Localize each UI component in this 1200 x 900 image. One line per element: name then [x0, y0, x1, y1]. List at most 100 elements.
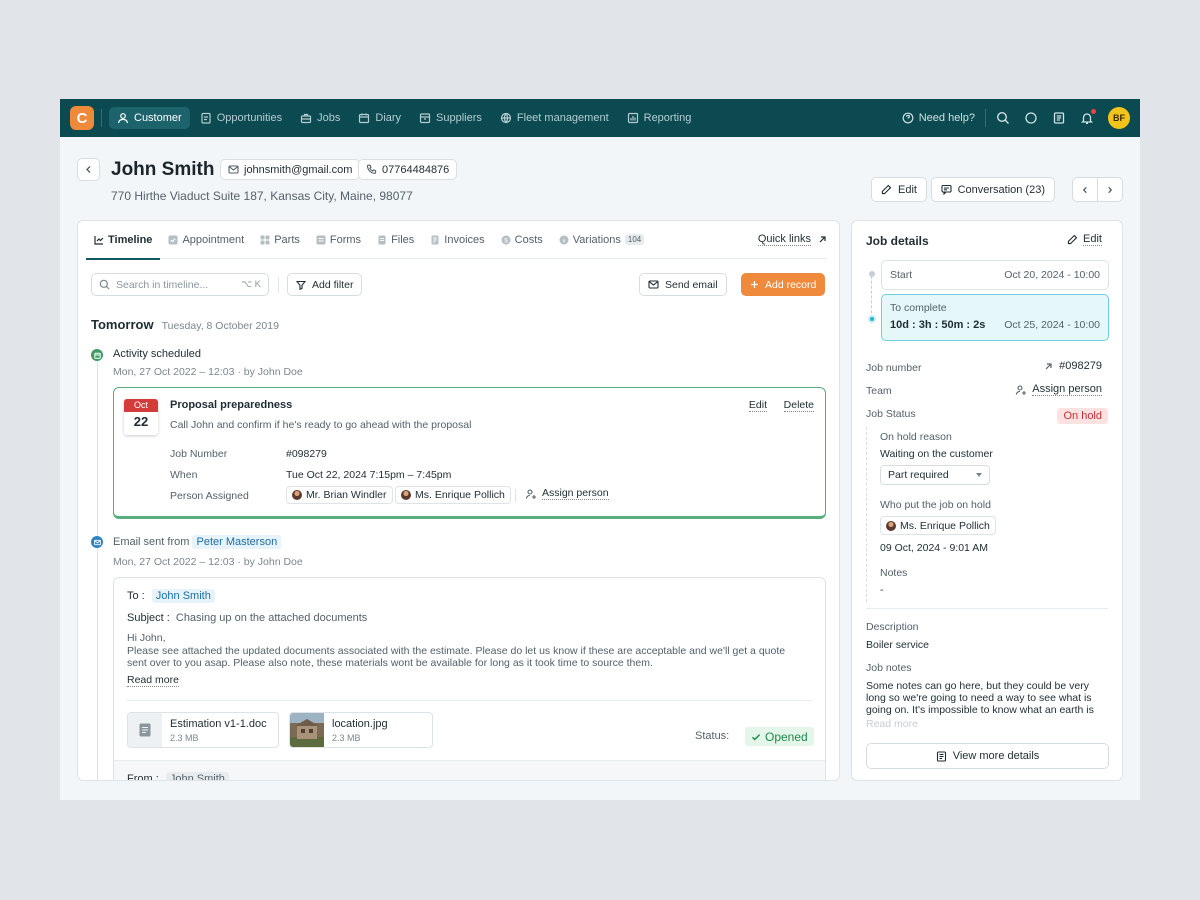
filter-icon	[296, 280, 306, 290]
job-notes-value: Some notes can go here, but they could b…	[866, 680, 1094, 716]
tab-forms[interactable]: Forms	[308, 221, 369, 259]
edit-job-button[interactable]: Edit	[1067, 233, 1102, 246]
job-number-value: #098279	[1059, 360, 1102, 372]
nav-item-fleet-management[interactable]: Fleet management	[492, 107, 617, 129]
schedule-dot	[869, 271, 875, 277]
assignee-name: Mr. Brian Windler	[306, 489, 387, 501]
previous-record-button[interactable]	[1073, 178, 1098, 201]
assign-person-label: Assign person	[542, 487, 609, 500]
recipient-tag[interactable]: John Smith	[151, 589, 215, 603]
subject-text: Chasing up on the attached documents	[175, 612, 368, 624]
tab-files[interactable]: Files	[369, 221, 422, 259]
status-badge[interactable]: On hold	[1057, 408, 1108, 424]
tab-timeline[interactable]: Timeline	[86, 221, 161, 260]
next-record-button[interactable]	[1098, 178, 1122, 201]
documents-button[interactable]	[1052, 111, 1066, 125]
view-more-details-button[interactable]: View more details	[866, 743, 1109, 769]
description-value: Boiler service	[866, 639, 930, 651]
phone-pill[interactable]: 07764484876	[358, 159, 458, 180]
send-email-button[interactable]: Send email	[639, 273, 727, 296]
email-event-icon	[91, 536, 103, 548]
complete-value: Oct 25, 2024 - 10:00	[1004, 319, 1100, 331]
nav-item-opportunities[interactable]: Opportunities	[192, 107, 290, 129]
assign-team-button[interactable]: Assign person	[1015, 383, 1102, 396]
tab-variations[interactable]: Variations 104	[551, 221, 652, 259]
assignee-chip[interactable]: Ms. Enrique Pollich	[395, 486, 511, 504]
job-number-link[interactable]: #098279	[1044, 360, 1102, 372]
panel-title: Job details	[866, 234, 929, 248]
timeline-line	[97, 353, 98, 780]
job-notes-read-more[interactable]: Read more	[866, 718, 918, 730]
timeline-day-header: Tomorrow Tuesday, 8 October 2019	[91, 317, 279, 332]
conversation-button[interactable]: Conversation (23)	[930, 177, 1055, 202]
avatar	[292, 490, 302, 500]
invoice-icon	[431, 235, 439, 244]
notifications-button[interactable]	[1080, 109, 1096, 125]
variations-count-badge: 104	[624, 234, 645, 245]
phone-icon	[366, 164, 377, 174]
assign-person-button[interactable]: Assign person	[525, 487, 609, 500]
nav-item-diary[interactable]: Diary	[350, 107, 409, 129]
event-timestamp: Mon, 27 Oct 2022 – 12:03	[113, 366, 235, 378]
who-put-on-hold-chip[interactable]: Ms. Enrique Pollich	[880, 516, 996, 535]
email-from-prefix: Email sent from	[113, 536, 190, 548]
from-tag[interactable]: John Smith	[165, 772, 229, 780]
chevron-left-icon	[1082, 186, 1087, 193]
edit-customer-button[interactable]: Edit	[871, 177, 927, 202]
tab-costs[interactable]: $ Costs	[493, 221, 551, 259]
message-icon	[941, 184, 952, 195]
tab-parts[interactable]: Parts	[252, 221, 308, 259]
back-button[interactable]	[77, 158, 100, 181]
view-more-label: View more details	[952, 750, 1040, 762]
attachment-image[interactable]: location.jpg 2.3 MB	[289, 712, 433, 748]
user-avatar[interactable]: BF	[1108, 107, 1130, 129]
add-user-icon	[1016, 384, 1027, 395]
job-notes-label: Job notes	[866, 662, 912, 674]
app-logo[interactable]: C	[70, 106, 94, 130]
tab-appointment[interactable]: Appointment	[160, 221, 252, 259]
avatar	[886, 520, 896, 531]
attachment-size: 2.3 MB	[332, 732, 361, 743]
tab-invoices[interactable]: Invoices	[422, 221, 492, 259]
pencil-icon	[881, 184, 892, 195]
sender-tag[interactable]: Peter Masterson	[192, 535, 282, 549]
quick-links-button[interactable]: Quick links	[757, 233, 827, 246]
status-detail-connector	[866, 427, 867, 602]
search-button[interactable]	[996, 111, 1010, 125]
document-icon	[1053, 112, 1065, 124]
activity-delete-link[interactable]: Delete	[783, 399, 814, 412]
nav-item-suppliers[interactable]: Suppliers	[411, 107, 490, 129]
record-pager	[1072, 177, 1123, 202]
to-complete-box: To complete 10d : 3h : 50m : 2s Oct 25, …	[881, 294, 1109, 341]
app-window: C Customer Opportunities Jobs Diary Supp…	[60, 99, 1140, 800]
topbar-actions: Need help? BF	[902, 107, 1130, 129]
add-filter-button[interactable]: Add filter	[287, 273, 363, 296]
mail-icon	[228, 165, 239, 174]
arrow-up-right-icon	[1045, 362, 1052, 369]
add-record-button[interactable]: Add record	[741, 273, 826, 296]
read-more-link[interactable]: Read more	[127, 674, 179, 687]
divider	[866, 608, 1108, 609]
image-thumbnail	[290, 713, 324, 747]
help-link[interactable]: Need help?	[902, 112, 975, 124]
edit-label: Edit	[1083, 233, 1102, 246]
tab-label: Appointment	[182, 233, 245, 246]
countdown: 10d : 3h : 50m : 2s	[890, 319, 986, 331]
timeline-search[interactable]: Search in timeline... ⌥ K	[91, 273, 269, 296]
email-from-row: From : John Smith	[114, 760, 825, 780]
customer-address: 770 Hirthe Viaduct Suite 187, Kansas Cit…	[111, 189, 413, 203]
nav-item-reporting[interactable]: Reporting	[619, 107, 700, 129]
calendar-event-icon	[91, 349, 103, 361]
nav-item-customer[interactable]: Customer	[109, 107, 190, 129]
nav-item-jobs[interactable]: Jobs	[292, 107, 348, 129]
to-label: To :	[127, 590, 145, 602]
reason-select[interactable]: Part required	[880, 465, 990, 485]
activity-edit-link[interactable]: Edit	[748, 399, 767, 412]
assignee-chip[interactable]: Mr. Brian Windler	[286, 486, 393, 504]
chat-button[interactable]	[1024, 111, 1038, 125]
event-timestamp: Mon, 27 Oct 2022 – 12:03	[113, 556, 235, 568]
email-pill[interactable]: johnsmith@gmail.com	[220, 159, 361, 180]
file-icon	[378, 235, 386, 244]
tab-label: Forms	[329, 233, 362, 246]
attachment-doc[interactable]: Estimation v1-1.doc 2.3 MB	[127, 712, 279, 748]
